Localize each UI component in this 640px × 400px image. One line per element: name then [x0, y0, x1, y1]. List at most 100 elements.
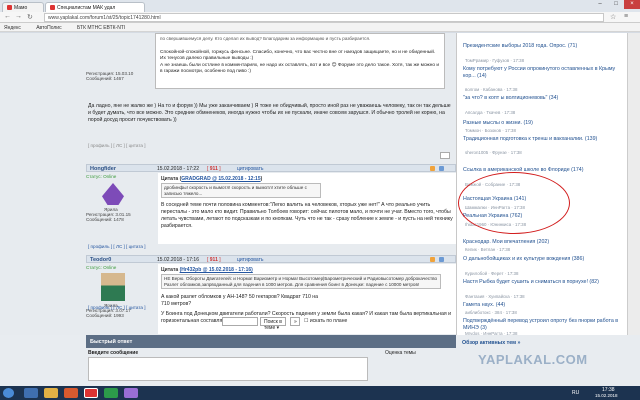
tab-bar: Мамо Специалистам МАК удал – □ × — [0, 0, 640, 12]
post-text: Спокойной-спокойной, горжусь фенсьне. Сп… — [160, 50, 436, 61]
bookmark-yandex[interactable]: Яндекс — [4, 25, 21, 31]
close-icon[interactable]: × — [624, 0, 640, 9]
reload-icon[interactable]: ↻ — [27, 13, 33, 21]
avatar[interactable] — [101, 273, 125, 301]
post-body: Да ладно, яне не жалко же ) На то и фору… — [88, 103, 451, 123]
search-go-button[interactable]: » — [290, 317, 300, 326]
gear-icon[interactable] — [430, 166, 435, 171]
tab-label: Мамо — [14, 5, 28, 11]
sidebar-topic[interactable]: Традиционная подготовка к тренш и вакхан… — [463, 136, 621, 143]
quote-source[interactable]: (Hr432pb @ 15.02.2018 - 17:16) — [180, 267, 253, 273]
post-body: Цитата (GRADGRAD @ 15.02.2018 - 12:15) д… — [158, 173, 456, 244]
user-info: Регистрация: 15.03.10 Сообщений: 1467 — [86, 71, 156, 81]
sidebar-meta: Mrvdos · ИннРагта · 17:38 — [465, 331, 518, 336]
sidebar-meta: Томмон · Бозоков · 17:38 — [465, 128, 516, 133]
sidebar-meta: Апсалда · Ткачев · 17:38 — [465, 110, 516, 115]
sidebar-topic[interactable]: Ссылка в американской школе во Флориде (… — [463, 167, 621, 174]
quote-link[interactable]: цитировать — [237, 166, 263, 172]
bookmarks-bar: Яндекс АвтоПолис БТК МТНС ЕВТК-NTI — [0, 23, 640, 32]
rating-badge[interactable]: [ 911 ] — [207, 166, 221, 172]
sidebar-topic[interactable]: Гамета наух. (44) — [463, 302, 621, 309]
avatar[interactable] — [102, 183, 124, 205]
sidebar-topic[interactable]: О дальнобойщиках и их культуре вождения … — [463, 256, 621, 263]
post-footer[interactable]: [ профиль ] [ ЛС ] [ цитата ] — [88, 305, 146, 310]
sidebar-topic[interactable]: Подтверждённый перевод устроил опроту бе… — [463, 318, 621, 331]
active-topics-link[interactable]: Обзор активных тем » — [462, 340, 620, 347]
browser-icon[interactable] — [84, 388, 98, 398]
address-bar: ← → ↻ www.yaplakal.com/forum1/st/25/topi… — [0, 12, 640, 23]
rate-topic-label: Оценка темы — [385, 350, 416, 356]
sidebar-meta: волгом · Кабанова · 17:38 — [465, 87, 518, 92]
quote-link[interactable]: цитировать — [237, 257, 263, 263]
menu-icon[interactable]: ≡ — [624, 13, 628, 20]
sidebar-topic[interactable]: Кому потребуют у России опрокинутого ост… — [463, 66, 621, 79]
favicon-icon — [7, 5, 12, 10]
post-text: В соседней теме почти половина комментов… — [161, 202, 453, 230]
sidebar-meta: Курилобой · Ферет · 17:38 — [465, 271, 519, 276]
post-text: А какой разлет обломков у АН-148? 50 гек… — [161, 294, 319, 308]
folder-icon[interactable] — [44, 388, 58, 398]
bookmark-btk[interactable]: БТК МТНС ЕВТК-NTI — [77, 25, 125, 31]
scrollbar[interactable] — [627, 33, 640, 335]
sidebar-topic[interactable]: Президентские выборы 2018 года. Опрос. (… — [463, 43, 621, 50]
post-date: 15.02.2018 - 17:22 — [157, 166, 199, 172]
watermark: YAPLAKAL.COM — [478, 352, 588, 367]
user-info: Статус: Online Ярила Регистрация: 3.01.1… — [86, 174, 156, 222]
post-footer[interactable]: [ профиль ] [ ЛС ] [ цитата ] — [88, 143, 146, 148]
start-icon[interactable] — [3, 388, 14, 398]
bookmark-autopolis[interactable]: АвтоПолис — [36, 25, 61, 31]
forward-icon[interactable]: → — [15, 13, 22, 20]
clock-date: 15.02.2018 — [595, 393, 618, 398]
favicon-icon — [50, 5, 55, 10]
post-header: Hongfider 15.02.2018 - 17:22 [ 911 ] цит… — [86, 164, 456, 172]
sidebar-meta: Кепик · Ветлан · 17:38 — [465, 247, 511, 252]
sidebar-meta: ТомРрамир · Гуфузов · 17:38 — [465, 58, 525, 63]
search-checkbox[interactable]: ☐ искать по плане — [304, 318, 347, 324]
sidebar-topic[interactable]: Настя Рыбка будет сушить и сниматься в п… — [463, 279, 621, 286]
post-quote-block: по свершившемуся делу. Кто сделал их выв… — [155, 33, 445, 89]
post-date: 15.02.2018 - 17:16 — [157, 257, 199, 263]
quote-header: Цитата (GRADGRAD @ 15.02.2018 - 12:15) — [161, 176, 263, 182]
gear-icon[interactable] — [430, 257, 435, 262]
scroll-up-icon[interactable] — [440, 152, 450, 159]
sidebar-topic[interactable]: Краснодар. Мои впечатления (202) — [463, 239, 621, 246]
tab-label: Специалистам МАК удал — [57, 5, 116, 11]
app-icon[interactable] — [124, 388, 138, 398]
sidebar-meta: Фантазия · Хуипайска · 17:38 — [465, 294, 525, 299]
tab-mamo[interactable]: Мамо — [2, 2, 44, 12]
forum-main: по свершившемуся делу. Кто сделал их выв… — [0, 33, 456, 335]
star-icon[interactable]: ☆ — [610, 13, 616, 21]
username[interactable]: Hongfider — [90, 166, 116, 172]
sidebar-meta: sheron1005 · Фрунзе · 17:38 — [465, 150, 522, 155]
arrow-icon[interactable] — [439, 257, 444, 262]
rating-badge[interactable]: [ 911 ] — [207, 257, 221, 263]
sidebar-topic[interactable]: "за что? в копт ы волгиционевовь" (34) — [463, 95, 621, 102]
maximize-icon[interactable]: □ — [608, 0, 624, 9]
search-select[interactable]: Поиск в теме ▾ — [260, 317, 286, 331]
user-status: Статус: Online — [86, 265, 117, 270]
tab-active[interactable]: Специалистам МАК удал — [45, 2, 145, 12]
search-in-topic-input[interactable] — [222, 317, 258, 326]
user-info: Статус: Online Ярила Регистрация: 3.07.1… — [86, 265, 156, 318]
ie-icon[interactable] — [24, 388, 38, 398]
taskbar: RU 17:38 15.02.2018 — [0, 386, 640, 400]
username[interactable]: Teodor0 — [90, 257, 111, 263]
post-text: А не знаешь были остлине в комментариях,… — [160, 63, 440, 74]
minimize-icon[interactable]: – — [592, 0, 608, 9]
sidebar-topic[interactable]: Разные мыслы о жизни. (19) — [463, 120, 621, 127]
post-footer[interactable]: [ профиль ] [ ЛС ] [ цитата ] — [88, 244, 146, 249]
app-icon[interactable] — [104, 388, 118, 398]
arrow-icon[interactable] — [439, 166, 444, 171]
user-msgs: Сообщений: 1467 — [86, 76, 124, 81]
post-header: Teodor0 15.02.2018 - 17:16 [ 911 ] цитир… — [86, 255, 456, 263]
reply-textarea[interactable] — [88, 357, 368, 381]
quote-text: НЕ Верю. Обороты Двигателей: и Норма! Ва… — [161, 274, 441, 290]
quote-source[interactable]: GRADGRAD @ 15.02.2018 - 12:15 — [181, 176, 260, 182]
user-status: Статус: Online — [86, 174, 117, 179]
quote-header: Цитата (Hr432pb @ 15.02.2018 - 17:16) — [161, 267, 253, 273]
url-input[interactable]: www.yaplakal.com/forum1/st/25/topic17412… — [44, 13, 604, 22]
language-indicator[interactable]: RU — [572, 390, 579, 396]
media-icon[interactable] — [64, 388, 78, 398]
back-icon[interactable]: ← — [4, 13, 11, 20]
quick-reply-header: Быстрый ответ — [86, 335, 456, 348]
